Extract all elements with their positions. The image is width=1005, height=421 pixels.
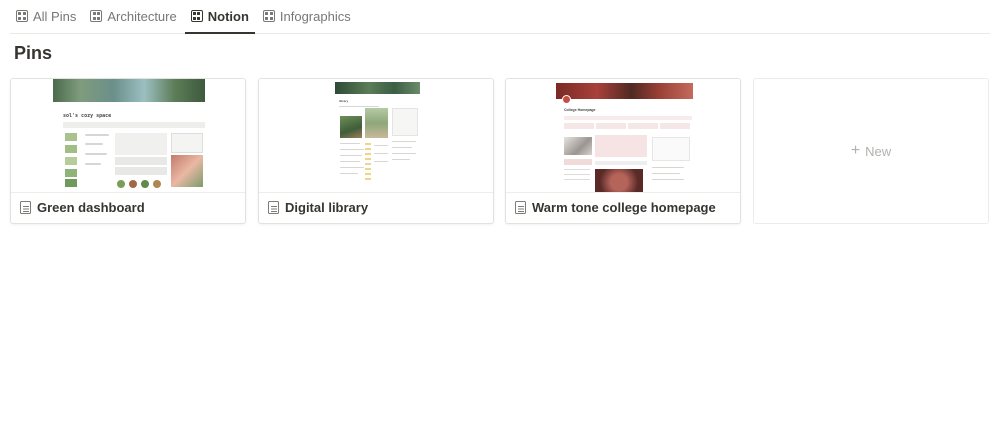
tab-label: Notion xyxy=(207,8,249,24)
tab-label: Architecture xyxy=(107,8,177,24)
tab-label: All Pins xyxy=(33,8,77,24)
card-thumbnail: sol's cozy space xyxy=(11,79,245,193)
plus-icon: + xyxy=(850,142,861,159)
gallery-icon xyxy=(90,10,103,22)
tab-notion[interactable]: Notion xyxy=(184,0,256,34)
tab-label: Infographics xyxy=(279,8,351,24)
page-icon xyxy=(515,200,526,214)
view-tabs: All Pins Architecture Notion Infographic… xyxy=(10,0,990,34)
gallery-card-digital-library[interactable]: library Digital library xyxy=(258,78,494,224)
card-title: Digital library xyxy=(285,199,369,215)
thumbnail-banner xyxy=(53,79,205,102)
gallery-card-green-dashboard[interactable]: sol's cozy space Green dashboard xyxy=(10,78,246,224)
card-footer: Warm tone college homepage xyxy=(506,191,740,223)
new-card-button[interactable]: + New xyxy=(753,78,989,224)
card-footer: Green dashboard xyxy=(11,191,245,223)
gallery-card-warm-tone-college-homepage[interactable]: College Homepage Warm tone college homep… xyxy=(505,78,741,224)
page-icon xyxy=(20,200,31,214)
tab-infographics[interactable]: Infographics xyxy=(257,0,357,33)
thumbnail-heading: College Homepage xyxy=(564,108,596,112)
card-thumbnail: College Homepage xyxy=(506,79,740,193)
new-card-label: New xyxy=(865,143,892,159)
tab-all-pins[interactable]: All Pins xyxy=(10,0,82,33)
gallery-icon xyxy=(262,10,275,22)
gallery-icon xyxy=(190,10,203,22)
page-icon xyxy=(268,200,279,214)
thumbnail-heading: library xyxy=(339,99,349,103)
card-title: Green dashboard xyxy=(37,199,145,215)
card-thumbnail: library xyxy=(259,79,493,193)
page-title: Pins xyxy=(14,43,53,63)
card-title: Warm tone college homepage xyxy=(532,199,716,215)
thumbnail-heading: sol's cozy space xyxy=(63,113,112,119)
gallery-icon xyxy=(16,10,28,22)
tab-architecture[interactable]: Architecture xyxy=(84,0,182,33)
card-footer: Digital library xyxy=(259,191,493,223)
